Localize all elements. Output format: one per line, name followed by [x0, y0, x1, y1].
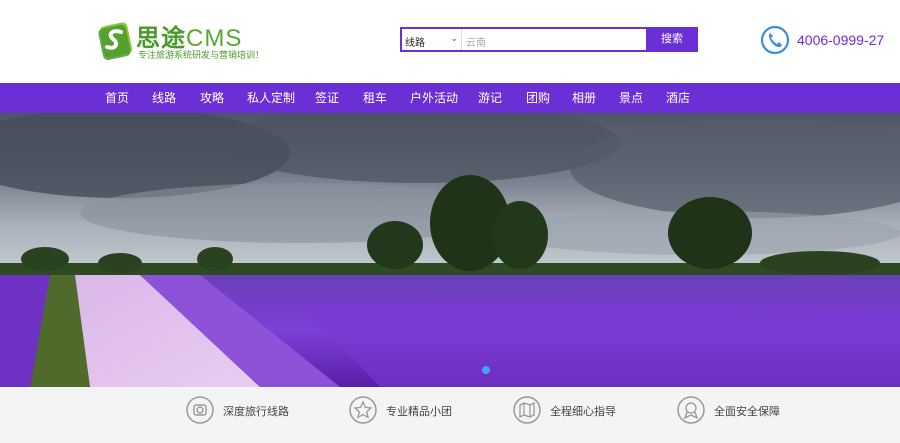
- phone-number: 4006-0999-27: [797, 32, 885, 48]
- logo-s-icon: [98, 22, 133, 60]
- nav-item-car-rental[interactable]: 租车: [363, 83, 387, 113]
- search-input[interactable]: 云南: [466, 34, 486, 49]
- nav-item-attractions[interactable]: 景点: [619, 83, 643, 113]
- site-logo[interactable]: 思途CMS 专注旅游系统研发与营销培训！: [96, 18, 264, 64]
- nav-item-guides[interactable]: 攻略: [200, 83, 224, 113]
- camera-icon: [186, 396, 214, 424]
- nav-item-hotels[interactable]: 酒店: [666, 83, 690, 113]
- nav-item-outdoor[interactable]: 户外活动: [410, 83, 458, 113]
- features-strip: 深度旅行线路 专业精品小团 全程细心指导 全面安全保障: [0, 387, 900, 443]
- nav-item-routes[interactable]: 线路: [152, 83, 176, 113]
- nav-item-travelogue[interactable]: 游记: [478, 83, 502, 113]
- chevron-down-icon: ⌄: [450, 33, 458, 43]
- nav-item-album[interactable]: 相册: [572, 83, 596, 113]
- lavender-field-image: [0, 113, 900, 387]
- main-nav: 首页 线路 攻略 私人定制 签证 租车 户外活动 游记 团购 相册 景点 酒店: [0, 83, 900, 113]
- feature-label: 全程细心指导: [550, 406, 616, 418]
- feature-label: 全面安全保障: [714, 406, 780, 418]
- star-icon: [349, 396, 377, 424]
- nav-item-visa[interactable]: 签证: [315, 83, 339, 113]
- phone-icon: [760, 25, 790, 55]
- hero-banner[interactable]: [0, 113, 900, 387]
- nav-item-home[interactable]: 首页: [105, 83, 129, 113]
- shield-icon: [677, 396, 705, 424]
- site-header: 思途CMS 专注旅游系统研发与营销培训！ 线路 ⌄ 云南 搜索 4006-099…: [0, 0, 900, 83]
- map-icon: [513, 396, 541, 424]
- carousel-dot[interactable]: [482, 366, 490, 374]
- search-category-select[interactable]: 线路 ⌄: [402, 29, 462, 50]
- search-box: 线路 ⌄ 云南: [400, 27, 646, 52]
- search-button[interactable]: 搜索: [646, 27, 698, 52]
- nav-item-group-buy[interactable]: 团购: [526, 83, 550, 113]
- feature-label: 专业精品小团: [386, 406, 452, 418]
- nav-item-custom[interactable]: 私人定制: [247, 83, 295, 113]
- logo-tagline: 专注旅游系统研发与营销培训！: [138, 50, 265, 60]
- feature-label: 深度旅行线路: [223, 406, 289, 418]
- search-bar: 线路 ⌄ 云南 搜索: [400, 27, 698, 52]
